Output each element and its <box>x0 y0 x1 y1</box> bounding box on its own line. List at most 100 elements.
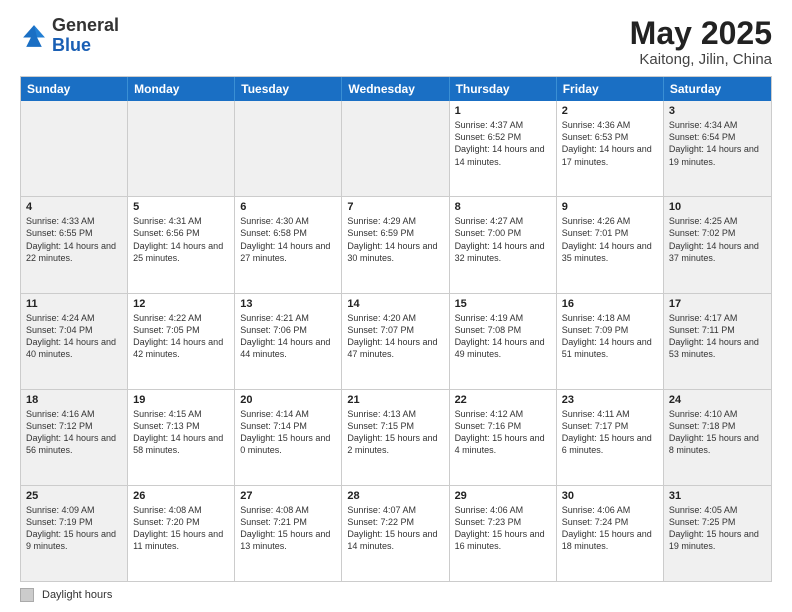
cell-text: Sunrise: 4:18 AM Sunset: 7:09 PM Dayligh… <box>562 312 658 361</box>
cell-text: Sunrise: 4:08 AM Sunset: 7:21 PM Dayligh… <box>240 504 336 553</box>
cal-cell-29: 29 Sunrise: 4:06 AM Sunset: 7:23 PM Dayli… <box>450 486 557 581</box>
day-number: 13 <box>240 298 336 310</box>
cell-text: Sunrise: 4:09 AM Sunset: 7:19 PM Dayligh… <box>26 504 122 553</box>
cal-cell-11: 11Sunrise: 4:24 AM Sunset: 7:04 PM Dayli… <box>21 294 128 389</box>
cal-cell-3: 3 Sunrise: 4:34 AM Sunset: 6:54 PM Daylig… <box>664 101 771 196</box>
cell-text: Sunrise: 4:30 AM Sunset: 6:58 PM Dayligh… <box>240 215 336 264</box>
day-number: 29 <box>455 490 551 502</box>
cell-text: Sunrise: 4:07 AM Sunset: 7:22 PM Dayligh… <box>347 504 443 553</box>
cell-text: Sunrise: 4:12 AM Sunset: 7:16 PM Dayligh… <box>455 408 551 457</box>
day-number: 21 <box>347 394 443 406</box>
cal-cell-31: 31Sunrise: 4:05 AM Sunset: 7:25 PM Dayli… <box>664 486 771 581</box>
day-number: 15 <box>455 298 551 310</box>
day-number: 3 <box>669 105 766 117</box>
cal-cell-28: 28Sunrise: 4:07 AM Sunset: 7:22 PM Dayli… <box>342 486 449 581</box>
day-number: 4 <box>26 201 122 213</box>
cal-header-tuesday: Tuesday <box>235 77 342 101</box>
day-number: 18 <box>26 394 122 406</box>
cal-cell-empty-0-0 <box>21 101 128 196</box>
cal-row-1: 4 Sunrise: 4:33 AM Sunset: 6:55 PM Daylig… <box>21 197 771 293</box>
legend-box <box>20 588 34 602</box>
cal-header-monday: Monday <box>128 77 235 101</box>
cal-cell-23: 23 Sunrise: 4:11 AM Sunset: 7:17 PM Dayli… <box>557 390 664 485</box>
day-number: 9 <box>562 201 658 213</box>
day-number: 23 <box>562 394 658 406</box>
day-number: 12 <box>133 298 229 310</box>
day-number: 1 <box>455 105 551 117</box>
main-title: May 2025 <box>630 16 772 51</box>
cal-cell-22: 22 Sunrise: 4:12 AM Sunset: 7:16 PM Dayli… <box>450 390 557 485</box>
cal-row-4: 25 Sunrise: 4:09 AM Sunset: 7:19 PM Dayli… <box>21 486 771 581</box>
legend-label: Daylight hours <box>42 589 112 601</box>
cell-text: Sunrise: 4:19 AM Sunset: 7:08 PM Dayligh… <box>455 312 551 361</box>
day-number: 7 <box>347 201 443 213</box>
cell-text: Sunrise: 4:37 AM Sunset: 6:52 PM Dayligh… <box>455 119 551 168</box>
day-number: 14 <box>347 298 443 310</box>
logo: General Blue <box>20 16 119 56</box>
cal-cell-1: 1 Sunrise: 4:37 AM Sunset: 6:52 PM Daylig… <box>450 101 557 196</box>
cal-cell-16: 16Sunrise: 4:18 AM Sunset: 7:09 PM Dayli… <box>557 294 664 389</box>
cell-text: Sunrise: 4:14 AM Sunset: 7:14 PM Dayligh… <box>240 408 336 457</box>
cal-row-2: 11Sunrise: 4:24 AM Sunset: 7:04 PM Dayli… <box>21 294 771 390</box>
cal-cell-7: 7 Sunrise: 4:29 AM Sunset: 6:59 PM Daylig… <box>342 197 449 292</box>
cal-header-sunday: Sunday <box>21 77 128 101</box>
cell-text: Sunrise: 4:33 AM Sunset: 6:55 PM Dayligh… <box>26 215 122 264</box>
cal-cell-6: 6 Sunrise: 4:30 AM Sunset: 6:58 PM Daylig… <box>235 197 342 292</box>
cal-cell-10: 10 Sunrise: 4:25 AM Sunset: 7:02 PM Dayli… <box>664 197 771 292</box>
cal-cell-15: 15 Sunrise: 4:19 AM Sunset: 7:08 PM Dayli… <box>450 294 557 389</box>
day-number: 10 <box>669 201 766 213</box>
cal-cell-12: 12Sunrise: 4:22 AM Sunset: 7:05 PM Dayli… <box>128 294 235 389</box>
cell-text: Sunrise: 4:13 AM Sunset: 7:15 PM Dayligh… <box>347 408 443 457</box>
cal-cell-14: 14Sunrise: 4:20 AM Sunset: 7:07 PM Dayli… <box>342 294 449 389</box>
cell-text: Sunrise: 4:17 AM Sunset: 7:11 PM Dayligh… <box>669 312 766 361</box>
day-number: 11 <box>26 298 122 310</box>
cal-cell-27: 27 Sunrise: 4:08 AM Sunset: 7:21 PM Dayli… <box>235 486 342 581</box>
cell-text: Sunrise: 4:31 AM Sunset: 6:56 PM Dayligh… <box>133 215 229 264</box>
cell-text: Sunrise: 4:26 AM Sunset: 7:01 PM Dayligh… <box>562 215 658 264</box>
day-number: 6 <box>240 201 336 213</box>
day-number: 8 <box>455 201 551 213</box>
header: General Blue May 2025 Kaitong, Jilin, Ch… <box>20 16 772 68</box>
logo-general-text: General <box>52 15 119 35</box>
cell-text: Sunrise: 4:15 AM Sunset: 7:13 PM Dayligh… <box>133 408 229 457</box>
logo-text: General Blue <box>52 16 119 56</box>
cal-cell-13: 13 Sunrise: 4:21 AM Sunset: 7:06 PM Dayli… <box>235 294 342 389</box>
cell-text: Sunrise: 4:25 AM Sunset: 7:02 PM Dayligh… <box>669 215 766 264</box>
cell-text: Sunrise: 4:11 AM Sunset: 7:17 PM Dayligh… <box>562 408 658 457</box>
cell-text: Sunrise: 4:08 AM Sunset: 7:20 PM Dayligh… <box>133 504 229 553</box>
cal-cell-17: 17Sunrise: 4:17 AM Sunset: 7:11 PM Dayli… <box>664 294 771 389</box>
cal-header-saturday: Saturday <box>664 77 771 101</box>
cal-cell-20: 20Sunrise: 4:14 AM Sunset: 7:14 PM Dayli… <box>235 390 342 485</box>
cell-text: Sunrise: 4:16 AM Sunset: 7:12 PM Dayligh… <box>26 408 122 457</box>
day-number: 19 <box>133 394 229 406</box>
day-number: 25 <box>26 490 122 502</box>
page: General Blue May 2025 Kaitong, Jilin, Ch… <box>0 0 792 612</box>
calendar-header-row: SundayMondayTuesdayWednesdayThursdayFrid… <box>21 77 771 101</box>
cal-cell-26: 26 Sunrise: 4:08 AM Sunset: 7:20 PM Dayli… <box>128 486 235 581</box>
cal-row-0: 1 Sunrise: 4:37 AM Sunset: 6:52 PM Daylig… <box>21 101 771 197</box>
cal-cell-19: 19 Sunrise: 4:15 AM Sunset: 7:13 PM Dayli… <box>128 390 235 485</box>
day-number: 27 <box>240 490 336 502</box>
subtitle: Kaitong, Jilin, China <box>630 51 772 68</box>
cal-cell-empty-0-2 <box>235 101 342 196</box>
cal-header-thursday: Thursday <box>450 77 557 101</box>
cell-text: Sunrise: 4:21 AM Sunset: 7:06 PM Dayligh… <box>240 312 336 361</box>
cal-cell-30: 30Sunrise: 4:06 AM Sunset: 7:24 PM Dayli… <box>557 486 664 581</box>
cell-text: Sunrise: 4:34 AM Sunset: 6:54 PM Dayligh… <box>669 119 766 168</box>
cell-text: Sunrise: 4:29 AM Sunset: 6:59 PM Dayligh… <box>347 215 443 264</box>
cal-cell-24: 24Sunrise: 4:10 AM Sunset: 7:18 PM Dayli… <box>664 390 771 485</box>
day-number: 2 <box>562 105 658 117</box>
cal-row-3: 18 Sunrise: 4:16 AM Sunset: 7:12 PM Dayli… <box>21 390 771 486</box>
logo-blue-text: Blue <box>52 35 91 55</box>
footer: Daylight hours <box>20 588 772 602</box>
cell-text: Sunrise: 4:06 AM Sunset: 7:23 PM Dayligh… <box>455 504 551 553</box>
day-number: 26 <box>133 490 229 502</box>
cal-cell-8: 8Sunrise: 4:27 AM Sunset: 7:00 PM Daylig… <box>450 197 557 292</box>
day-number: 22 <box>455 394 551 406</box>
cal-cell-5: 5Sunrise: 4:31 AM Sunset: 6:56 PM Daylig… <box>128 197 235 292</box>
cell-text: Sunrise: 4:36 AM Sunset: 6:53 PM Dayligh… <box>562 119 658 168</box>
cal-cell-2: 2 Sunrise: 4:36 AM Sunset: 6:53 PM Daylig… <box>557 101 664 196</box>
cell-text: Sunrise: 4:06 AM Sunset: 7:24 PM Dayligh… <box>562 504 658 553</box>
cal-cell-empty-0-3 <box>342 101 449 196</box>
day-number: 24 <box>669 394 766 406</box>
